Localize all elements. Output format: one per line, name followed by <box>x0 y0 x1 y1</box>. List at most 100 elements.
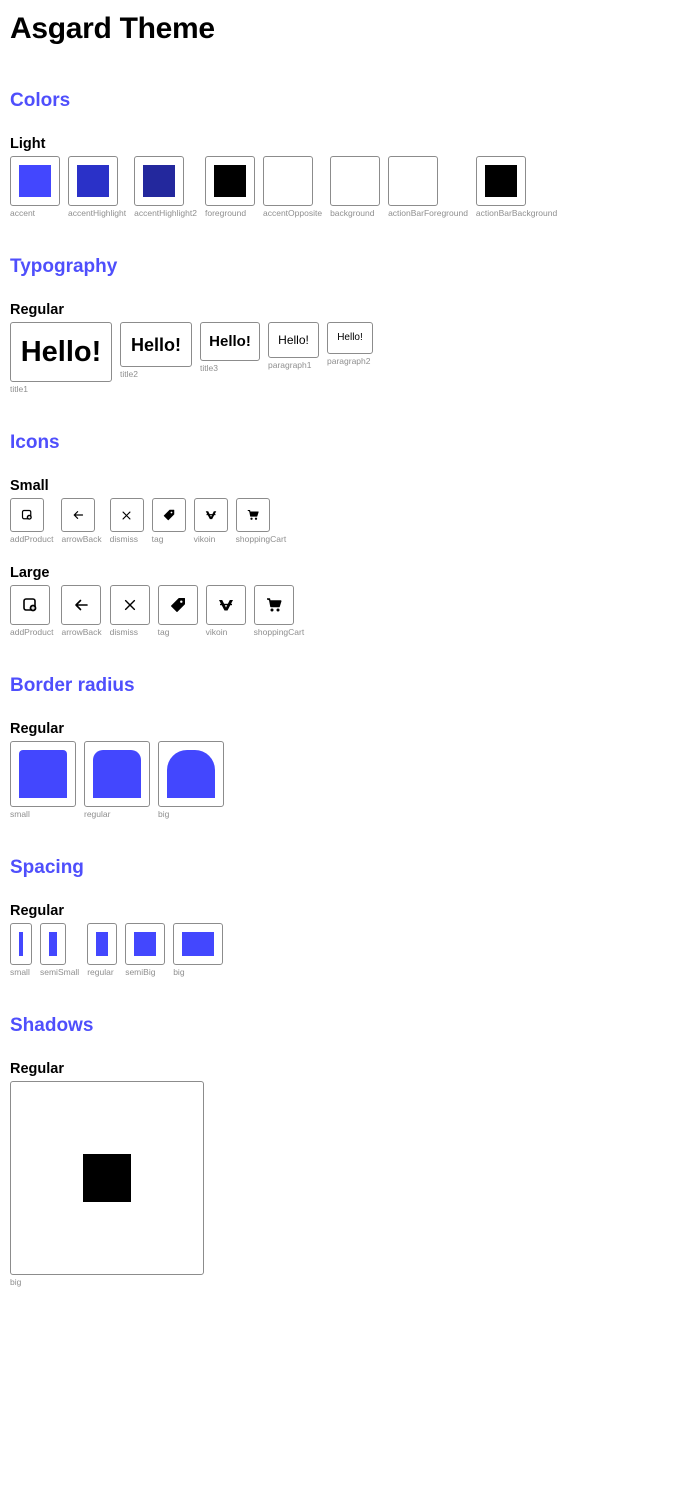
typography-sample-title2: Hello! <box>130 334 181 355</box>
icons-large-row: addProduct arrowBack dismiss tag vikoin <box>10 585 312 637</box>
icon-item-add-product: addProduct <box>10 585 53 637</box>
vikoin-icon <box>218 600 233 611</box>
color-item-accent-highlight: accentHighlight <box>68 156 126 218</box>
shadow-label: big <box>10 1277 22 1287</box>
icon-label: dismiss <box>109 627 138 637</box>
add-product-icon <box>23 598 37 612</box>
radius-frame <box>158 741 224 807</box>
color-swatch-frame <box>204 156 255 206</box>
radius-label: small <box>10 809 30 819</box>
group-title-light: Light <box>10 136 46 152</box>
shadow-sample-big <box>83 1154 131 1202</box>
typography-sample-paragraph2: Hello! <box>337 332 363 343</box>
icon-item-dismiss: dismiss <box>109 585 150 637</box>
color-label: accent <box>10 208 36 218</box>
icon-frame <box>235 498 270 532</box>
color-swatch-frame <box>134 156 185 206</box>
color-item-accent-opposite: accentOpposite <box>262 156 323 218</box>
radius-label: regular <box>84 809 111 819</box>
icons-small-row: addProduct arrowBack dismiss tag vikoin <box>10 498 294 544</box>
color-swatch <box>339 165 372 197</box>
typography-sample-title1: Hello! <box>20 335 102 368</box>
icon-label: arrowBack <box>61 534 102 544</box>
color-swatch-frame <box>475 156 526 206</box>
spacing-label: small <box>10 967 30 977</box>
spacing-label: big <box>173 967 185 977</box>
color-swatch-frame <box>388 156 439 206</box>
icon-label: shoppingCart <box>235 534 287 544</box>
shadow-item-big: big <box>10 1081 204 1287</box>
spacing-item-small: small <box>10 923 32 977</box>
icon-item-arrow-back: arrowBack <box>61 498 102 544</box>
icon-frame <box>109 498 144 532</box>
icon-frame <box>157 585 198 625</box>
section-title-typography: Typography <box>10 256 118 277</box>
color-swatch <box>397 165 430 197</box>
section-title-icons: Icons <box>10 432 60 453</box>
colors-row: accent accentHighlight accentHighlight2 … <box>10 156 565 218</box>
shadow-frame <box>10 1081 204 1275</box>
spacing-sample-big <box>182 932 215 956</box>
typography-row: Hello! title1 Hello! title2 Hello! title… <box>10 322 381 394</box>
spacing-label: semiSmall <box>40 967 80 977</box>
icon-label: shoppingCart <box>253 627 305 637</box>
color-swatch <box>271 165 304 197</box>
icon-frame <box>151 498 186 532</box>
spacing-sample-semi-big <box>134 932 157 956</box>
spacing-frame <box>125 923 166 965</box>
radius-label: big <box>158 809 170 819</box>
section-title-border-radius: Border radius <box>10 675 135 696</box>
icon-frame <box>10 498 44 532</box>
spacing-frame <box>87 923 118 965</box>
typography-sample-frame: Hello! <box>200 322 260 361</box>
icon-frame <box>10 585 50 625</box>
icon-label: vikoin <box>205 627 228 637</box>
typography-sample-frame: Hello! <box>120 322 192 367</box>
spacing-item-big: big <box>173 923 224 977</box>
spacing-label: regular <box>87 967 114 977</box>
color-item-action-bar-foreground: actionBarForeground <box>388 156 468 218</box>
color-item-action-bar-background: actionBarBackground <box>475 156 558 218</box>
group-title-regular: Regular <box>10 302 64 318</box>
shopping-cart-icon <box>266 598 282 612</box>
icon-item-shopping-cart: shoppingCart <box>253 585 305 637</box>
color-swatch-frame <box>10 156 60 206</box>
color-label: accentHighlight <box>68 208 127 218</box>
icon-label: addProduct <box>10 627 54 637</box>
radius-item-big: big <box>158 741 224 819</box>
spacing-sample-regular <box>96 932 109 956</box>
color-item-background: background <box>330 156 381 218</box>
icon-label: addProduct <box>10 534 54 544</box>
color-item-accent: accent <box>10 156 60 218</box>
color-label: accentOpposite <box>262 208 323 218</box>
icon-item-add-product: addProduct <box>10 498 53 544</box>
icon-item-vikoin: vikoin <box>193 498 228 544</box>
icon-item-tag: tag <box>151 498 186 544</box>
color-swatch <box>77 165 109 197</box>
spacing-item-regular: regular <box>87 923 118 977</box>
typography-item-title1: Hello! title1 <box>10 322 112 394</box>
section-title-colors: Colors <box>10 90 71 111</box>
color-label: accentHighlight2 <box>134 208 197 218</box>
icon-label: dismiss <box>109 534 138 544</box>
typography-label: title3 <box>200 363 218 373</box>
arrow-back-icon <box>74 511 84 519</box>
typography-label: paragraph1 <box>268 360 312 370</box>
icon-label: tag <box>151 534 164 544</box>
color-item-foreground: foreground <box>204 156 255 218</box>
color-label: actionBarForeground <box>388 208 468 218</box>
vikoin-icon <box>205 511 216 520</box>
color-swatch <box>484 165 517 197</box>
typography-label: paragraph2 <box>327 356 371 366</box>
icon-label: tag <box>157 627 170 637</box>
typography-sample-frame: Hello! <box>10 322 112 382</box>
typography-item-paragraph2: Hello! paragraph2 <box>327 322 373 366</box>
spacing-item-semi-big: semiBig <box>125 923 166 977</box>
color-item-accent-highlight2: accentHighlight2 <box>134 156 197 218</box>
icon-frame <box>109 585 150 625</box>
color-label: actionBarBackground <box>475 208 558 218</box>
color-swatch <box>213 165 246 197</box>
border-radius-row: small regular big <box>10 741 232 819</box>
dismiss-icon <box>122 511 131 519</box>
color-label: foreground <box>204 208 247 218</box>
